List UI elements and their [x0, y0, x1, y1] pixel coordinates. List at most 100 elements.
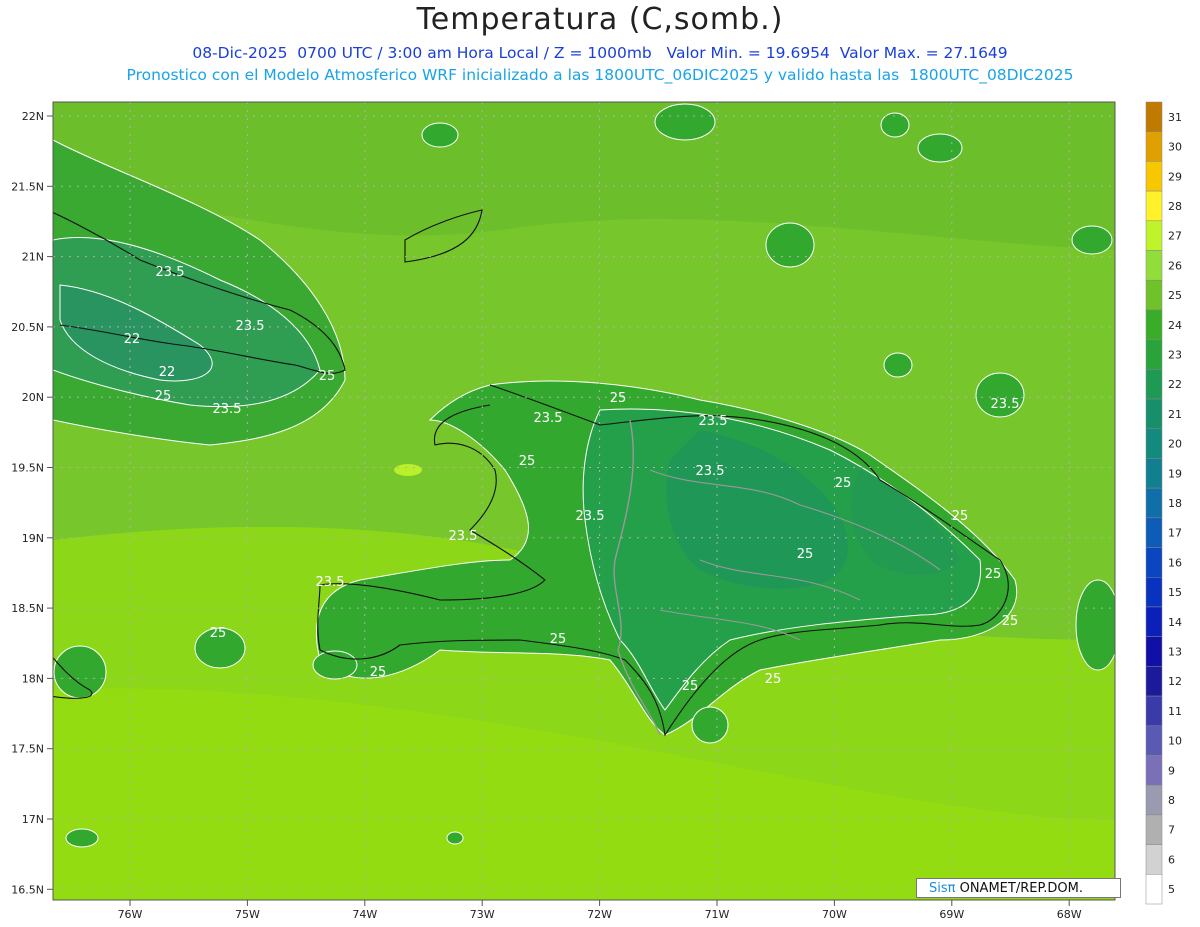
credit-box: Sisπ ONAMET/REP.DOM. [916, 878, 1121, 898]
cell-east-5 [1075, 579, 1115, 671]
colorbar-label: 12 [1168, 675, 1182, 688]
colorbar-swatch [1145, 161, 1163, 192]
colorbar-label: 16 [1168, 556, 1182, 569]
colorbar-swatch [1145, 339, 1163, 370]
colorbar-label: 19 [1168, 467, 1182, 480]
cell-east-2 [1071, 225, 1113, 255]
colorbar-swatch [1145, 577, 1163, 608]
colorbar-label: 10 [1168, 735, 1182, 748]
colorbar-swatch [1145, 695, 1163, 727]
contour-label: 25 [155, 389, 172, 404]
contour-label: 25 [550, 632, 567, 647]
colorbar-label: 14 [1168, 616, 1182, 629]
cell-north-3 [880, 112, 910, 138]
colorbar-label: 6 [1168, 853, 1175, 866]
contour-label: 25 [765, 672, 782, 687]
colorbar-swatch [1145, 755, 1163, 786]
contour-label: 23.5 [236, 319, 265, 334]
colorbar-swatch [1145, 131, 1163, 162]
contour-label: 23.5 [699, 414, 728, 429]
colorbar-swatch [1145, 844, 1163, 875]
lat-tick-label: 20.5N [11, 321, 44, 334]
lon-tick-label: 74W [352, 908, 377, 921]
contour-label: 25 [210, 626, 227, 641]
colorbar-label: 9 [1168, 764, 1175, 777]
cell-east-1 [765, 222, 815, 268]
warm-spot [394, 464, 422, 476]
contour-label: 22 [124, 332, 141, 347]
contour-label: 23.5 [213, 402, 242, 417]
lon-tick-label: 69W [939, 908, 964, 921]
latitude-axis: 22N 21.5N 21N 20.5N 20N 19.5N 19N 18.5N 18N 17.5N… [11, 110, 53, 896]
contour-label: 23.5 [316, 575, 345, 590]
lat-tick-label: 18.5N [11, 602, 44, 615]
lat-tick-label: 21N [22, 251, 44, 264]
cell-north-2 [654, 103, 716, 141]
colorbar-label: 28 [1168, 200, 1182, 213]
contour-label: 23.5 [991, 397, 1020, 412]
longitude-axis: 76W 75W 74W 73W 72W 71W 70W 69W 68W [118, 900, 1082, 921]
colorbar-label: 8 [1168, 794, 1175, 807]
colorbar-label: 29 [1168, 170, 1182, 183]
contour-label: 25 [985, 567, 1002, 582]
colorbar-label: 13 [1168, 646, 1182, 659]
colorbar-label: 24 [1168, 319, 1182, 332]
colorbar-label: 31 [1168, 111, 1182, 124]
colorbar-label: 30 [1168, 141, 1182, 154]
lon-tick-label: 70W [822, 908, 847, 921]
contour-label: 25 [610, 391, 627, 406]
colorbar-label: 25 [1168, 289, 1182, 302]
lat-tick-label: 17N [22, 813, 44, 826]
contour-label: 25 [952, 509, 969, 524]
colorbar-swatch [1145, 547, 1163, 578]
sispi-logo: Sisπ [929, 881, 956, 896]
colorbar-label: 26 [1168, 259, 1182, 272]
colorbar-swatch [1145, 398, 1163, 429]
lat-tick-label: 19.5N [11, 462, 44, 475]
contour-label: 23.5 [696, 464, 725, 479]
lon-tick-label: 72W [587, 908, 612, 921]
colorbar-swatch [1145, 784, 1163, 816]
colorbar-label: 17 [1168, 527, 1182, 540]
contour-label: 23.5 [576, 509, 605, 524]
colorbar-label: 11 [1168, 705, 1182, 718]
cell-southwest-2 [53, 645, 107, 699]
colorbar-swatch [1145, 666, 1163, 697]
lat-tick-label: 19N [22, 532, 44, 545]
colorbar-swatch [1145, 517, 1163, 548]
credit-text: ONAMET/REP.DOM. [955, 881, 1083, 896]
cell-north-1 [421, 122, 459, 148]
contour-label: 25 [319, 369, 336, 384]
contour-label: 22 [159, 365, 176, 380]
contour-label: 25 [370, 665, 387, 680]
lon-tick-label: 76W [118, 908, 143, 921]
colorbar-label: 20 [1168, 438, 1182, 451]
colorbar-swatch [1145, 458, 1163, 489]
lon-tick-label: 68W [1057, 908, 1082, 921]
contour-label: 25 [1002, 614, 1019, 629]
colorbar-swatch [1145, 636, 1163, 667]
cell-south-1 [691, 706, 729, 744]
cell-southwest-3 [312, 650, 358, 680]
lat-tick-label: 16.5N [11, 883, 44, 896]
lon-tick-label: 73W [470, 908, 495, 921]
lat-tick-label: 21.5N [11, 180, 44, 193]
colorbar-swatch [1145, 487, 1163, 519]
cell-east-3 [883, 352, 913, 378]
cell-south-3 [446, 831, 464, 845]
colorbar-label: 22 [1168, 378, 1182, 391]
colorbar-swatch [1145, 220, 1163, 251]
colorbar-label: 21 [1168, 408, 1182, 421]
colorbar-label: 5 [1168, 883, 1175, 896]
lat-tick-label: 22N [22, 110, 44, 123]
colorbar-swatch [1145, 814, 1163, 845]
contour-label: 25 [682, 679, 699, 694]
colorbar-swatch [1145, 874, 1163, 905]
colorbar-swatch [1145, 369, 1163, 400]
colorbar-label: 18 [1168, 497, 1182, 510]
lat-tick-label: 20N [22, 391, 44, 404]
cell-south-2 [65, 828, 99, 848]
colorbar-swatch [1145, 250, 1163, 281]
cell-north-4 [917, 133, 963, 163]
colorbar-swatch [1145, 279, 1163, 311]
